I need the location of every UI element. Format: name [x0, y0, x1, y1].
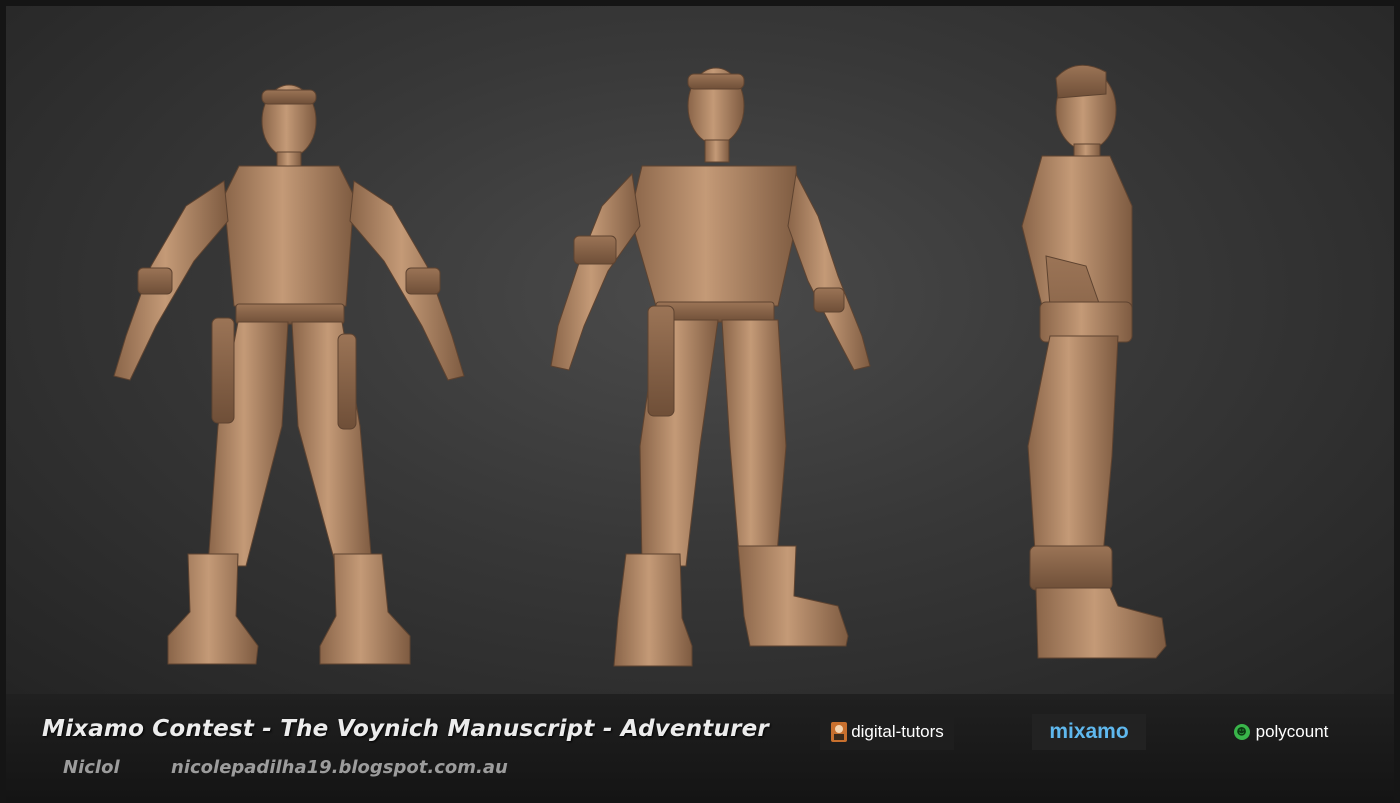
author-website: nicolepadilha19.blogspot.com.au [171, 757, 508, 778]
front-view-figure [113, 84, 465, 665]
author-name: Niclol [63, 757, 120, 778]
digital-tutors-logo: digital-tutors [820, 714, 954, 750]
caption-bar: Mixamo Contest - The Voynich Manuscript … [6, 694, 1394, 803]
three-quarter-view-figure [550, 67, 871, 667]
caption-title: Mixamo Contest - The Voynich Manuscript … [42, 716, 769, 742]
mixamo-wordmark: mixamo [1049, 720, 1129, 743]
mixamo-logo: mixamo [1032, 714, 1146, 750]
polycount-wordmark: polycount [1255, 722, 1329, 741]
side-view-figure [1021, 64, 1167, 659]
sculpt-render [113, 64, 1167, 667]
polycount-logo: ☻ polycount [1214, 714, 1348, 750]
render-viewport [6, 6, 1394, 694]
digital-tutors-wordmark: digital-tutors [851, 722, 944, 741]
digital-tutors-icon [831, 722, 848, 742]
polycount-smiley-icon: ☻ [1233, 724, 1250, 740]
